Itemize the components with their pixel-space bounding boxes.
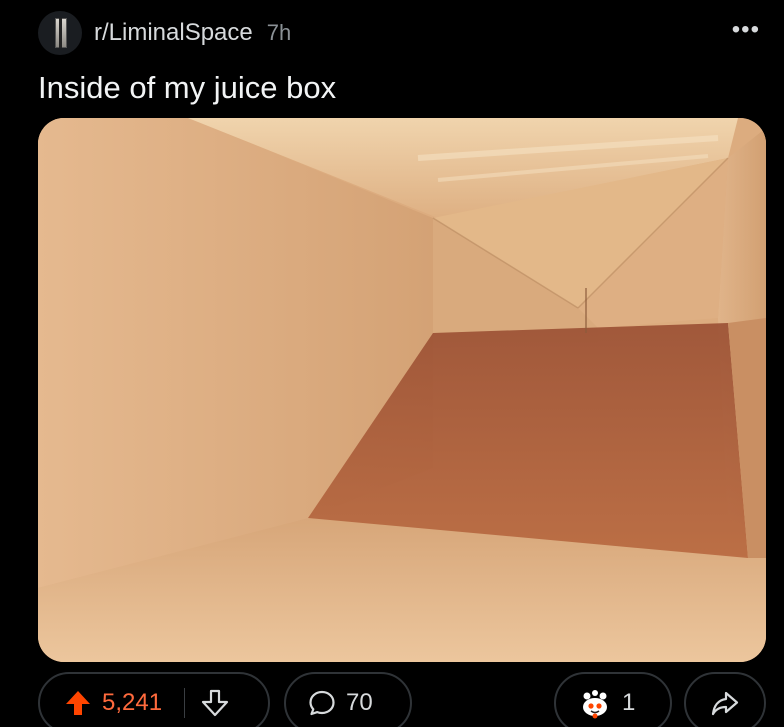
- vote-divider: [184, 688, 186, 718]
- post-title[interactable]: Inside of my juice box: [38, 70, 336, 106]
- comment-count: 70: [346, 689, 373, 716]
- post-header: r/LiminalSpace 7h •••: [38, 10, 766, 56]
- share-button[interactable]: [684, 672, 766, 727]
- share-arrow-icon: [711, 691, 739, 716]
- award-button[interactable]: 1: [554, 672, 672, 727]
- subreddit-name[interactable]: r/LiminalSpace: [94, 19, 253, 47]
- downvote-arrow-icon[interactable]: [201, 689, 229, 717]
- vote-control: 5,241: [38, 672, 270, 727]
- comment-bubble-icon: [309, 690, 335, 716]
- award-count: 1: [622, 689, 636, 716]
- comments-button[interactable]: 70: [284, 672, 412, 727]
- juice-box-interior-image: [38, 118, 766, 662]
- award-icon: [583, 690, 607, 719]
- more-options-icon[interactable]: •••: [732, 16, 760, 44]
- post-actions-bar: 5,241 70 1: [38, 672, 766, 727]
- post-image[interactable]: [38, 118, 766, 662]
- post-age: 7h: [266, 20, 292, 45]
- upvote-count: 5,241: [102, 689, 163, 716]
- upvote-arrow-icon[interactable]: [64, 689, 92, 717]
- subreddit-avatar[interactable]: [38, 11, 82, 55]
